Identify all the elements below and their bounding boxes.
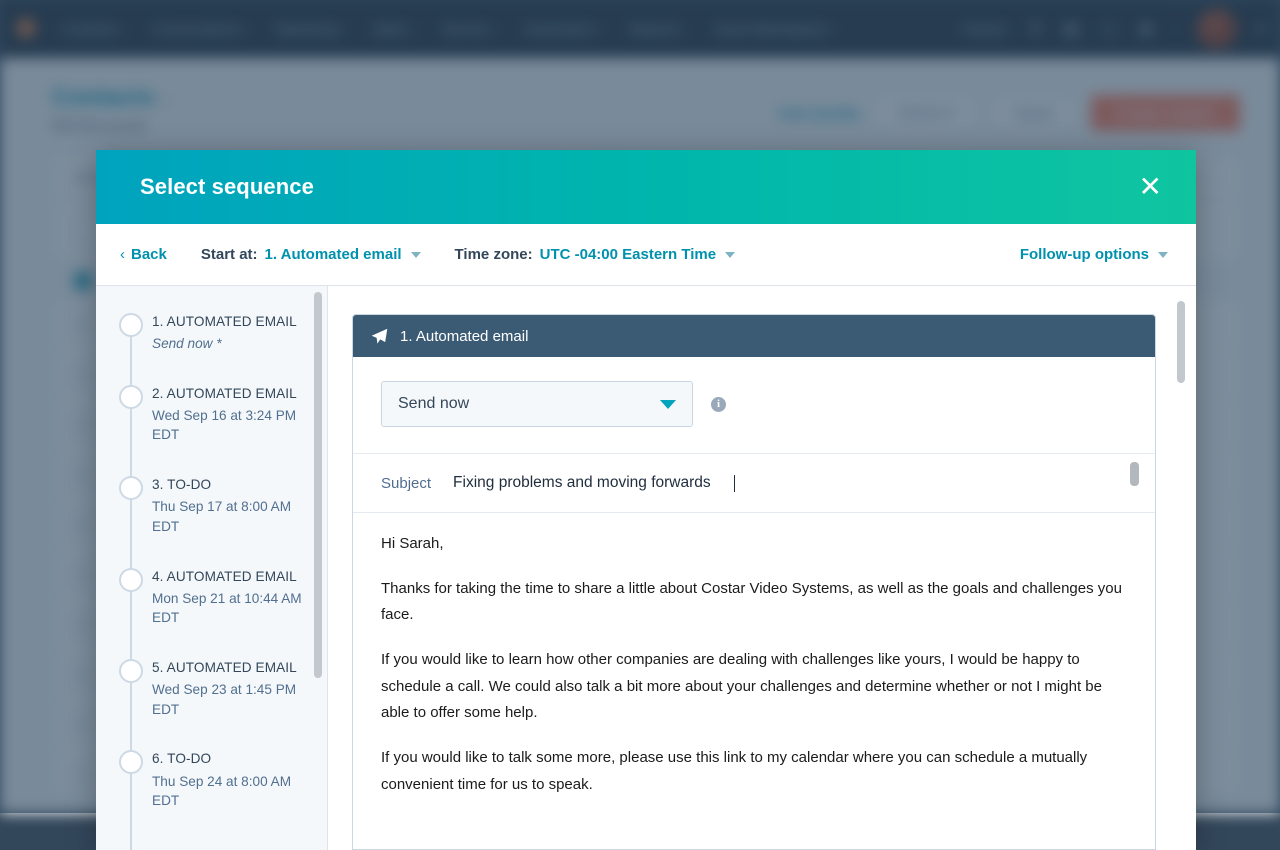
email-paragraph: If you would like to learn how other com… (381, 647, 1127, 727)
step-dot-icon (119, 659, 143, 683)
step-name: 2. AUTOMATED EMAIL (152, 384, 311, 403)
step-dot-icon (119, 313, 143, 337)
sequence-step-4[interactable]: 4. AUTOMATED EMAIL Mon Sep 21 at 10:44 A… (96, 567, 327, 628)
subject-label: Subject (381, 475, 431, 492)
start-at-label: Start at: (201, 246, 258, 263)
email-paragraph: Hi Sarah, (381, 531, 1127, 558)
step-dot-icon (119, 568, 143, 592)
modal-title: Select sequence (140, 174, 314, 200)
sequence-step-6[interactable]: 6. TO-DO Thu Sep 24 at 8:00 AM EDT (96, 749, 327, 810)
email-card-body: Send now i Subject Fixing problems and m… (353, 357, 1155, 849)
email-editor-panel: 1. Automated email Send now i Subject Fi… (328, 286, 1196, 850)
step-date: Thu Sep 24 at 8:00 AM EDT (152, 772, 311, 811)
modal-header: Select sequence ✕ (96, 150, 1196, 224)
start-at-group: Start at: 1. Automated email (201, 246, 421, 263)
step-name: 5. AUTOMATED EMAIL (152, 658, 311, 677)
email-card: 1. Automated email Send now i Subject Fi… (352, 314, 1156, 850)
step-name: 4. AUTOMATED EMAIL (152, 567, 311, 586)
step-date: Send now * (152, 334, 311, 354)
text-cursor (734, 475, 735, 492)
paper-plane-icon (371, 328, 388, 345)
time-zone-value[interactable]: UTC -04:00 Eastern Time (540, 246, 716, 263)
time-zone-label: Time zone: (455, 246, 533, 263)
time-zone-group: Time zone: UTC -04:00 Eastern Time (455, 246, 736, 263)
modal-toolbar: ‹ Back Start at: 1. Automated email Time… (96, 224, 1196, 286)
step-name: 1. AUTOMATED EMAIL (152, 312, 311, 331)
step-date: Wed Sep 16 at 3:24 PM EDT (152, 406, 311, 445)
chevron-down-icon (1158, 252, 1168, 258)
step-dot-icon (119, 476, 143, 500)
start-at-value[interactable]: 1. Automated email (265, 246, 402, 263)
modal-body: 1. AUTOMATED EMAIL Send now * 2. AUTOMAT… (96, 286, 1196, 850)
sequence-step-5[interactable]: 5. AUTOMATED EMAIL Wed Sep 23 at 1:45 PM… (96, 658, 327, 719)
email-paragraph: Thanks for taking the time to share a li… (381, 576, 1127, 629)
back-label: Back (131, 246, 167, 263)
sequence-step-1[interactable]: 1. AUTOMATED EMAIL Send now * (96, 312, 327, 354)
select-sequence-modal: Select sequence ✕ ‹ Back Start at: 1. Au… (96, 150, 1196, 850)
follow-up-options-label: Follow-up options (1020, 246, 1149, 263)
back-button[interactable]: ‹ Back (120, 246, 167, 263)
send-timing-select[interactable]: Send now (381, 381, 693, 427)
info-icon[interactable]: i (711, 397, 726, 412)
close-icon[interactable]: ✕ (1133, 169, 1168, 205)
sequence-step-3[interactable]: 3. TO-DO Thu Sep 17 at 8:00 AM EDT (96, 475, 327, 536)
step-date: Wed Sep 23 at 1:45 PM EDT (152, 680, 311, 719)
subject-scrollbar[interactable] (1130, 462, 1139, 486)
email-card-header: 1. Automated email (353, 315, 1155, 357)
step-date: Mon Sep 21 at 10:44 AM EDT (152, 589, 311, 628)
chevron-down-icon[interactable] (725, 252, 735, 258)
sequence-steps-sidebar: 1. AUTOMATED EMAIL Send now * 2. AUTOMAT… (96, 286, 328, 850)
send-timing-value: Send now (398, 395, 469, 413)
subject-row: Subject Fixing problems and moving forwa… (375, 454, 1133, 512)
follow-up-options-button[interactable]: Follow-up options (1020, 246, 1168, 263)
modal-scrollbar[interactable] (1177, 301, 1185, 383)
chevron-down-icon[interactable] (411, 252, 421, 258)
step-date: Thu Sep 17 at 8:00 AM EDT (152, 497, 311, 536)
sequence-step-2[interactable]: 2. AUTOMATED EMAIL Wed Sep 16 at 3:24 PM… (96, 384, 327, 445)
chevron-left-icon: ‹ (120, 246, 125, 263)
sidebar-scrollbar[interactable] (314, 292, 322, 678)
subject-input[interactable]: Fixing problems and moving forwards (453, 474, 711, 492)
step-dot-icon (119, 750, 143, 774)
step-dot-icon (119, 385, 143, 409)
email-body-editor[interactable]: Hi Sarah, Thanks for taking the time to … (375, 513, 1133, 799)
step-name: 3. TO-DO (152, 475, 311, 494)
email-paragraph: If you would like to talk some more, ple… (381, 745, 1127, 798)
send-timing-row: Send now i (375, 381, 1133, 453)
step-name: 6. TO-DO (152, 749, 311, 768)
email-card-title: 1. Automated email (400, 328, 528, 345)
chevron-down-icon (660, 400, 676, 409)
